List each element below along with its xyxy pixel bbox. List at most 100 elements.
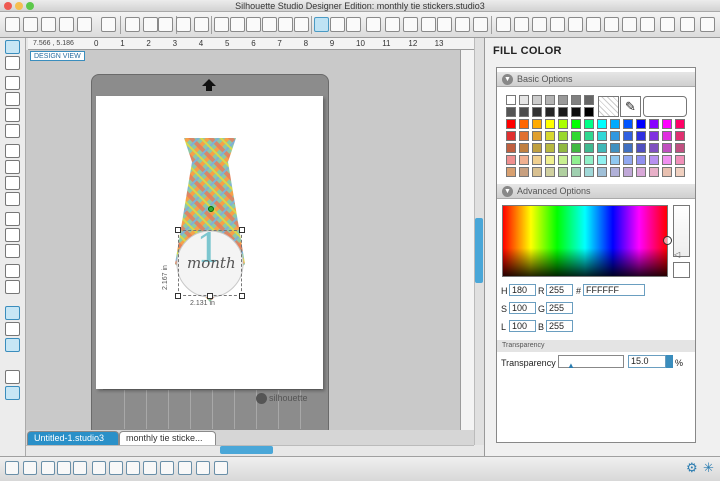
lightness-field[interactable]: 100 <box>509 320 536 332</box>
duplicate-icon[interactable] <box>92 461 106 475</box>
new-file-icon[interactable] <box>5 17 20 32</box>
fit-to-page-icon[interactable] <box>294 17 309 32</box>
save-file-icon[interactable] <box>41 17 56 32</box>
color-swatch[interactable] <box>597 119 607 129</box>
color-swatch[interactable] <box>558 119 568 129</box>
blue-field[interactable]: 255 <box>546 320 573 332</box>
image-effects-icon[interactable] <box>214 461 228 475</box>
rectangle-tool-icon[interactable] <box>5 92 20 106</box>
print-icon[interactable] <box>101 17 116 32</box>
color-swatch[interactable] <box>519 107 529 117</box>
color-swatch[interactable] <box>545 107 555 117</box>
no-fill-swatch[interactable] <box>598 96 619 117</box>
settings-gear-icon[interactable]: ⚙ <box>686 460 698 476</box>
color-swatch[interactable] <box>571 107 581 117</box>
color-swatch[interactable] <box>584 95 594 105</box>
eyedropper-icon[interactable]: ✎ <box>620 96 641 117</box>
color-swatch[interactable] <box>597 131 607 141</box>
ungroup-icon[interactable] <box>57 461 71 475</box>
color-swatch[interactable] <box>649 167 659 177</box>
zoom-out-icon[interactable] <box>246 17 261 32</box>
curve-tool-icon[interactable] <box>5 160 20 174</box>
color-swatch[interactable] <box>545 131 555 141</box>
single-panel-icon[interactable] <box>5 370 20 384</box>
saturation-field[interactable]: 100 <box>509 302 536 314</box>
color-swatch[interactable] <box>675 143 685 153</box>
paste-icon[interactable] <box>143 17 158 32</box>
color-swatch[interactable] <box>506 107 516 117</box>
color-swatch[interactable] <box>545 95 555 105</box>
color-swatch[interactable] <box>623 131 633 141</box>
color-swatch[interactable] <box>532 95 542 105</box>
cut-settings-icon[interactable] <box>346 17 361 32</box>
deselect-icon[interactable] <box>23 461 37 475</box>
color-swatch[interactable] <box>519 167 529 177</box>
freehand-tool-icon[interactable] <box>5 192 20 206</box>
color-swatch[interactable] <box>532 107 542 117</box>
collapse-arrow-icon[interactable]: ▼ <box>502 74 513 85</box>
line-tool-icon[interactable] <box>5 76 20 90</box>
color-swatch[interactable] <box>610 131 620 141</box>
color-swatch[interactable] <box>636 119 646 129</box>
luminance-pointer-icon[interactable]: ◁ <box>674 250 680 259</box>
fill-gradient-icon[interactable] <box>437 17 452 32</box>
pan-icon[interactable] <box>214 17 229 32</box>
color-swatch[interactable] <box>584 155 594 165</box>
open-file-icon[interactable] <box>23 17 38 32</box>
color-swatch[interactable] <box>558 155 568 165</box>
color-swatch[interactable] <box>558 167 568 177</box>
color-swatch[interactable] <box>623 143 633 153</box>
color-swatch[interactable] <box>584 143 594 153</box>
color-swatch[interactable] <box>532 131 542 141</box>
color-swatch[interactable] <box>571 167 581 177</box>
color-swatch[interactable] <box>532 155 542 165</box>
cut-icon[interactable] <box>158 17 173 32</box>
color-swatch[interactable] <box>571 143 581 153</box>
rotate-handle[interactable] <box>208 206 214 212</box>
undo-icon[interactable] <box>176 17 191 32</box>
color-swatch[interactable] <box>675 155 685 165</box>
tab-monthly-tie-stickers[interactable]: monthly tie sticke... <box>119 431 216 445</box>
color-swatch[interactable] <box>649 119 659 129</box>
color-swatch[interactable] <box>558 143 568 153</box>
vertical-scroll-thumb[interactable] <box>475 218 483 283</box>
color-swatch[interactable] <box>545 143 555 153</box>
color-swatch[interactable] <box>545 155 555 165</box>
extra-settings-icon[interactable] <box>700 17 715 32</box>
color-swatch[interactable] <box>571 119 581 129</box>
rotate-icon[interactable] <box>550 17 565 32</box>
redo-icon[interactable] <box>194 17 209 32</box>
color-swatch[interactable] <box>636 131 646 141</box>
transparency-stepper[interactable] <box>666 355 673 368</box>
smooth-freehand-tool-icon[interactable] <box>5 212 20 226</box>
color-swatch[interactable] <box>636 167 646 177</box>
color-swatch[interactable] <box>506 131 516 141</box>
color-swatch[interactable] <box>610 155 620 165</box>
trace-shape-icon[interactable] <box>196 461 210 475</box>
hue-field[interactable]: 180 <box>509 284 536 296</box>
color-swatch[interactable] <box>571 155 581 165</box>
line-color-icon[interactable] <box>403 17 418 32</box>
color-swatch[interactable] <box>519 119 529 129</box>
transparency-value-field[interactable]: 15.0 <box>628 355 666 368</box>
select-tool-icon[interactable] <box>5 40 20 54</box>
color-swatch[interactable] <box>571 95 581 105</box>
hex-field[interactable]: FFFFFF <box>583 284 645 296</box>
color-swatch[interactable] <box>610 167 620 177</box>
align-icon[interactable] <box>514 17 529 32</box>
color-swatch[interactable] <box>649 131 659 141</box>
color-swatch[interactable] <box>558 95 568 105</box>
zoom-selection-icon[interactable] <box>262 17 277 32</box>
design-view-icon[interactable] <box>5 306 20 320</box>
polygon-tool-icon[interactable] <box>5 144 20 158</box>
color-swatch[interactable] <box>506 155 516 165</box>
color-swatch[interactable] <box>623 119 633 129</box>
offset-icon[interactable] <box>586 17 601 32</box>
color-swatch[interactable] <box>545 119 555 129</box>
text-style-icon[interactable] <box>622 17 637 32</box>
line-style-icon[interactable] <box>421 17 436 32</box>
zoom-drag-icon[interactable] <box>278 17 293 32</box>
color-swatch[interactable] <box>662 167 672 177</box>
edit-points-tool-icon[interactable] <box>5 56 20 70</box>
color-swatch[interactable] <box>662 131 672 141</box>
